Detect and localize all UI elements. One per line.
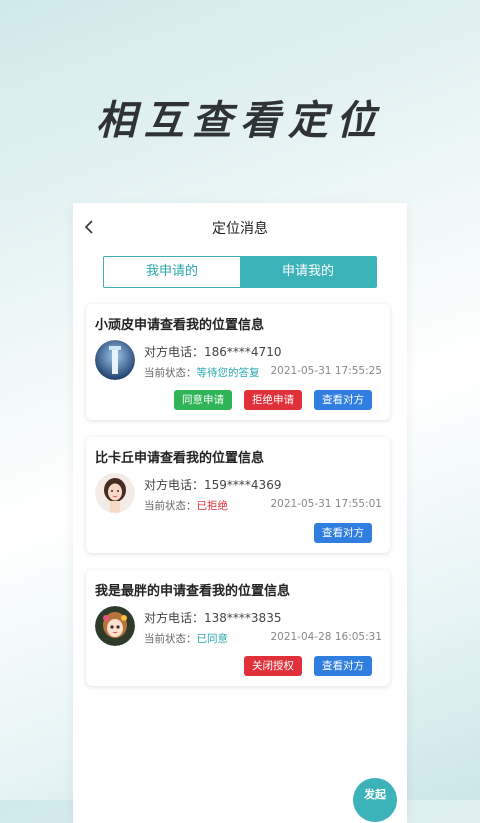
avatar [95, 473, 135, 513]
card-title: 比卡丘申请查看我的位置信息 [95, 451, 265, 466]
status-line: 当前状态：等待您的答复 [144, 365, 260, 380]
avatar [95, 606, 135, 646]
status-line: 当前状态：已拒绝 [144, 498, 228, 513]
request-card: 小顽皮申请查看我的位置信息 对方电话：186****4710 当前状态：等待您的… [86, 304, 390, 420]
status-line: 当前状态：已同意 [144, 631, 228, 646]
phone-label: 对方电话： [144, 478, 205, 492]
view-other-button[interactable]: 查看对方 [314, 523, 372, 543]
request-card: 我是最胖的申请查看我的位置信息 对方电话：138****3835 当前状态：已同… [86, 570, 390, 686]
view-other-button[interactable]: 查看对方 [314, 656, 372, 676]
phone-line: 对方电话：159****4369 [144, 476, 281, 493]
phone-number: 186****4710 [204, 345, 282, 359]
phone-number: 138****3835 [204, 611, 282, 625]
headline: 相互查看定位 [96, 98, 384, 144]
page-title: 定位消息 [212, 221, 268, 237]
phone-number: 159****4369 [204, 478, 282, 492]
request-card: 比卡丘申请查看我的位置信息 对方电话：159****4369 当前状态：已拒绝 … [86, 437, 390, 553]
status-value: 等待您的答复 [196, 367, 260, 379]
card-title: 我是最胖的申请查看我的位置信息 [95, 584, 291, 599]
status-value: 已同意 [196, 633, 229, 645]
phone-label: 对方电话： [144, 345, 205, 359]
avatar [95, 340, 135, 380]
status-value: 已拒绝 [196, 500, 229, 512]
phone-line: 对方电话：138****3835 [144, 609, 281, 626]
nav-bar: 定位消息 [73, 203, 407, 253]
app-screen: 定位消息 我申请的 申请我的 小顽皮申请查看我的位置信息 对方电话：186***… [73, 203, 407, 823]
close-authorization-button[interactable]: 关闭授权 [244, 656, 302, 676]
reject-button[interactable]: 拒绝申请 [244, 390, 302, 410]
initiate-fab-button[interactable]: 发起 [353, 778, 397, 822]
phone-line: 对方电话：186****4710 [144, 343, 281, 360]
card-title: 小顽皮申请查看我的位置信息 [95, 318, 265, 333]
timestamp: 2021-05-31 17:55:25 [270, 365, 382, 377]
timestamp: 2021-04-28 16:05:31 [270, 631, 382, 643]
status-label: 当前状态： [144, 633, 197, 645]
segmented-tabs: 我申请的 申请我的 [103, 256, 377, 288]
status-label: 当前状态： [144, 367, 197, 379]
view-other-button[interactable]: 查看对方 [314, 390, 372, 410]
tab-my-requests[interactable]: 我申请的 [104, 257, 240, 287]
phone-label: 对方电话： [144, 611, 205, 625]
tab-requests-to-me[interactable]: 申请我的 [240, 257, 376, 287]
timestamp: 2021-05-31 17:55:01 [270, 498, 382, 510]
approve-button[interactable]: 同意申请 [174, 390, 232, 410]
status-label: 当前状态： [144, 500, 197, 512]
